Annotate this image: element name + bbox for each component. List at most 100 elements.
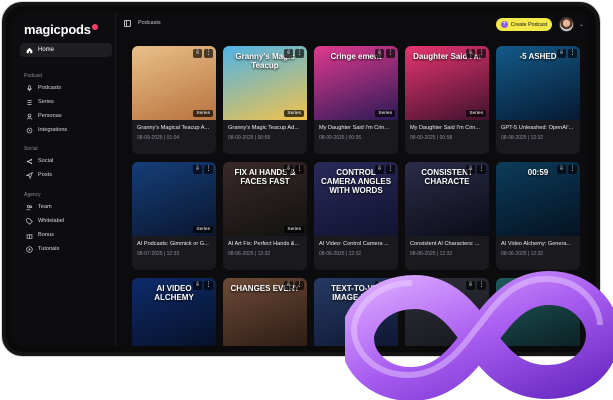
podcast-thumbnail[interactable]: Daughter Said I'm ⇩ ⋮ Series: [405, 46, 489, 120]
podcast-card[interactable]: CONTROL CAMERA ANGLES WITH WORDS ⇩ ⋮ AI …: [314, 162, 398, 270]
more-icon[interactable]: ⋮: [568, 49, 577, 58]
podcast-card[interactable]: Daughter Said I'm ⇩ ⋮ Series My Daughter…: [405, 46, 489, 154]
user-icon: [26, 113, 33, 120]
sidebar: magicpods Home Podcast Podcasts Series P…: [12, 12, 116, 346]
sidebar-item-label: Team: [38, 204, 52, 210]
more-icon[interactable]: ⋮: [204, 49, 213, 58]
card-actions: ⇩ ⋮: [466, 165, 486, 174]
podcast-thumbnail[interactable]: -5 ASHED ⇩ ⋮: [496, 46, 580, 120]
sidebar-item-podcasts[interactable]: Podcasts: [26, 83, 61, 93]
podcast-thumbnail[interactable]: CONTROL CAMERA ANGLES WITH WORDS ⇩ ⋮: [314, 162, 398, 236]
section-label-social: Social: [24, 146, 38, 152]
sidebar-item-home[interactable]: Home: [20, 43, 112, 57]
card-title[interactable]: AI Podcasts: Gimmick or G...: [137, 241, 212, 247]
download-icon[interactable]: ⇩: [557, 165, 566, 174]
sidebar-toggle-icon[interactable]: [124, 20, 131, 27]
more-icon[interactable]: ⋮: [386, 49, 395, 58]
podcast-card[interactable]: AI VIDEO ALCHEMY ⇩ ⋮: [132, 278, 216, 346]
create-podcast-label: Create Podcast: [510, 21, 548, 28]
card-actions: ⇩ ⋮: [193, 165, 213, 174]
sidebar-item-bonus[interactable]: Bonus: [26, 230, 54, 240]
card-title[interactable]: Granny's Magical Teacup A...: [137, 125, 212, 131]
download-icon[interactable]: ⇩: [466, 49, 475, 58]
sidebar-item-personas[interactable]: Personas: [26, 111, 62, 121]
podcast-card[interactable]: Cringe ement ⇩ ⋮ Series My Daughter Said…: [314, 46, 398, 154]
card-title[interactable]: AI Video: Control Camera ...: [319, 241, 394, 247]
card-title[interactable]: My Daughter Said I'm Crin...: [319, 125, 394, 131]
podcast-card[interactable]: ⇩ ⋮ Series AI Podcasts: Gimmick or G... …: [132, 162, 216, 270]
download-icon[interactable]: ⇩: [375, 49, 384, 58]
more-icon[interactable]: ⋮: [386, 165, 395, 174]
card-title[interactable]: Granny's Magic Teacup Ad...: [228, 125, 303, 131]
sidebar-item-posts[interactable]: Posts: [26, 170, 52, 180]
podcast-thumbnail[interactable]: CHANGES EVERY ⇩ ⋮: [223, 278, 307, 346]
download-icon[interactable]: ⇩: [284, 49, 293, 58]
card-actions: ⇩ ⋮: [193, 49, 213, 58]
more-icon[interactable]: ⋮: [477, 165, 486, 174]
podcast-thumbnail[interactable]: ⇩ ⋮ Series: [132, 162, 216, 236]
series-badge: Series: [284, 226, 304, 233]
avatar[interactable]: [559, 17, 574, 32]
sidebar-item-whitelabel[interactable]: Whitelabel: [26, 216, 64, 226]
sidebar-item-tutorials[interactable]: Tutorials: [26, 244, 59, 254]
more-icon[interactable]: ⋮: [295, 281, 304, 290]
card-title[interactable]: GPT-5 Unleashed: OpenAI'...: [501, 125, 576, 131]
top-bar: Podcasts + Create Podcast ⌄: [116, 12, 590, 34]
sidebar-item-team[interactable]: Team: [26, 202, 52, 212]
share-icon: [26, 158, 33, 164]
download-icon[interactable]: ⇩: [375, 165, 384, 174]
podcast-card[interactable]: CHANGES EVERY ⇩ ⋮: [223, 278, 307, 346]
breadcrumb: Podcasts: [138, 20, 161, 26]
download-icon[interactable]: ⇩: [193, 49, 202, 58]
section-label-agency: Agency: [24, 192, 41, 198]
download-icon[interactable]: ⇩: [193, 165, 202, 174]
more-icon[interactable]: ⋮: [295, 49, 304, 58]
podcast-thumbnail[interactable]: ⇩ ⋮ Series: [132, 46, 216, 120]
card-title[interactable]: My Daughter Said I'm Crin...: [410, 125, 485, 131]
send-icon: [26, 171, 33, 179]
card-title[interactable]: AI Art Fix: Perfect Hands &...: [228, 241, 303, 247]
app-name: magicpods: [24, 22, 91, 37]
download-icon[interactable]: ⇩: [193, 281, 202, 290]
card-actions: ⇩ ⋮: [284, 281, 304, 290]
download-icon[interactable]: ⇩: [284, 165, 293, 174]
podcast-card[interactable]: 00:59 ⇩ ⋮ AI Video Alchemy: Genera... 08…: [496, 162, 580, 270]
podcast-thumbnail[interactable]: 00:59 ⇩ ⋮: [496, 162, 580, 236]
team-icon: [26, 204, 33, 211]
download-icon[interactable]: ⇩: [284, 281, 293, 290]
card-meta: 08-09-2025 | 01:04: [137, 135, 180, 141]
card-meta: 08-09-2025 | 00:36: [319, 135, 362, 141]
card-actions: ⇩ ⋮: [466, 49, 486, 58]
podcast-thumbnail[interactable]: Granny's Magic Teacup ⇩ ⋮ Series: [223, 46, 307, 120]
card-title[interactable]: AI Video Alchemy: Genera...: [501, 241, 576, 247]
sidebar-item-series[interactable]: Series: [26, 97, 54, 107]
podcast-card[interactable]: CONSISTENT CHARACTE ⇩ ⋮ Consistent AI Ch…: [405, 162, 489, 270]
download-icon[interactable]: ⇩: [557, 49, 566, 58]
podcast-card[interactable]: -5 ASHED ⇩ ⋮ GPT-5 Unleashed: OpenAI'...…: [496, 46, 580, 154]
more-icon[interactable]: ⋮: [295, 165, 304, 174]
more-icon[interactable]: ⋮: [204, 281, 213, 290]
podcast-card[interactable]: FIX AI HANDS & FACES FAST ⇩ ⋮ Series AI …: [223, 162, 307, 270]
podcast-thumbnail[interactable]: Cringe ement ⇩ ⋮ Series: [314, 46, 398, 120]
sidebar-item-integrations[interactable]: Integrations: [26, 125, 67, 135]
podcast-card[interactable]: ⇩ ⋮ Series Granny's Magical Teacup A... …: [132, 46, 216, 154]
sidebar-item-social[interactable]: Social: [26, 156, 53, 166]
podcast-thumbnail[interactable]: AI VIDEO ALCHEMY ⇩ ⋮: [132, 278, 216, 346]
download-icon[interactable]: ⇩: [466, 165, 475, 174]
card-actions: ⇩ ⋮: [557, 49, 577, 58]
podcast-card[interactable]: Granny's Magic Teacup ⇩ ⋮ Series Granny'…: [223, 46, 307, 154]
sidebar-item-label: Personas: [38, 113, 62, 119]
chevron-down-icon[interactable]: ⌄: [579, 21, 584, 28]
sidebar-item-label: Integrations: [38, 127, 68, 133]
more-icon[interactable]: ⋮: [477, 49, 486, 58]
card-title[interactable]: Consistent AI Characters: ...: [410, 241, 485, 247]
create-podcast-button[interactable]: + Create Podcast: [496, 18, 552, 31]
sidebar-item-label: Tutorials: [38, 246, 60, 252]
more-icon[interactable]: ⋮: [568, 165, 577, 174]
podcast-thumbnail[interactable]: FIX AI HANDS & FACES FAST ⇩ ⋮ Series: [223, 162, 307, 236]
podcast-thumbnail[interactable]: CONSISTENT CHARACTE ⇩ ⋮: [405, 162, 489, 236]
sidebar-item-label: Whitelabel: [38, 218, 65, 224]
app-logo[interactable]: magicpods: [24, 22, 98, 37]
card-actions: ⇩ ⋮: [375, 165, 395, 174]
more-icon[interactable]: ⋮: [204, 165, 213, 174]
